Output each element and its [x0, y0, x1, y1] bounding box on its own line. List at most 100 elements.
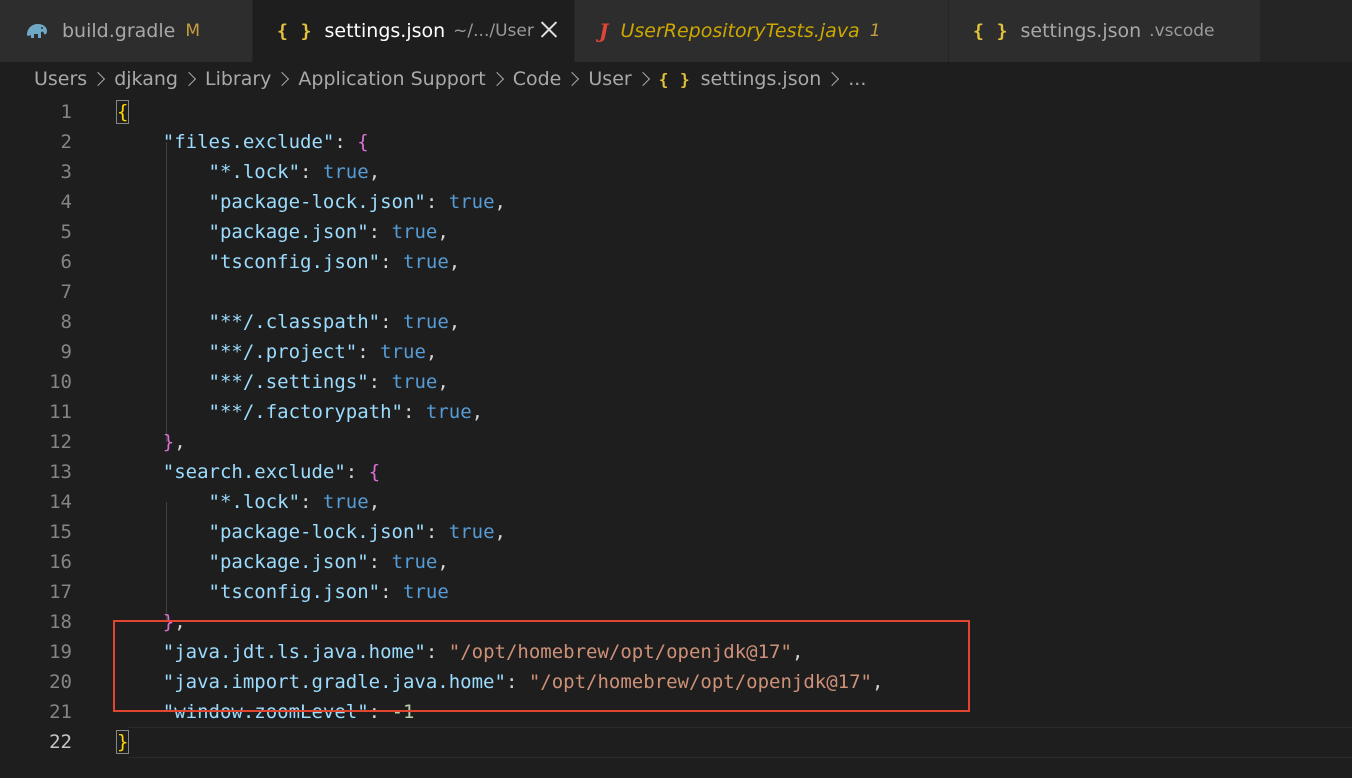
- code-token: ,: [494, 191, 506, 213]
- chevron-right-icon: [825, 71, 840, 87]
- line-number: 18: [49, 611, 72, 633]
- breadcrumb-item[interactable]: Users: [34, 68, 87, 90]
- code-token: true: [391, 221, 438, 243]
- code-token: ,: [448, 251, 461, 273]
- breadcrumb-item[interactable]: Application Support: [298, 68, 485, 90]
- tab-description: ~/.../User: [453, 21, 534, 41]
- json-braces-icon: { }: [277, 20, 313, 42]
- code-token: true: [403, 581, 449, 603]
- line-number: 20: [49, 671, 72, 693]
- code-line[interactable]: 15 "package-lock.json": true,: [0, 517, 1352, 547]
- code-line[interactable]: 7: [0, 277, 1352, 307]
- code-line[interactable]: 22}: [0, 727, 1352, 758]
- code-line[interactable]: 5 "package.json": true,: [0, 217, 1352, 247]
- line-number: 1: [60, 101, 72, 123]
- breadcrumb: Users djkang Library Application Support…: [34, 64, 866, 94]
- code-line[interactable]: 4 "package-lock.json": true,: [0, 187, 1352, 217]
- code-line[interactable]: 16 "package.json": true,: [0, 547, 1352, 577]
- breadcrumb-item[interactable]: User: [588, 68, 631, 90]
- code-token: {: [115, 100, 130, 124]
- code-token: ,: [437, 551, 449, 573]
- code-token: true: [403, 311, 449, 333]
- code-token: ,: [437, 221, 449, 243]
- code-text: "**/.classpath": true,: [117, 311, 461, 333]
- line-number: 3: [60, 161, 72, 183]
- code-token: "**/.factorypath": [208, 401, 403, 423]
- code-text: "**/.project": true,: [117, 341, 438, 363]
- code-token: true: [322, 491, 369, 513]
- code-text: "package-lock.json": true,: [117, 191, 506, 213]
- code-token: "tsconfig.json": [208, 251, 381, 273]
- modified-badge: M: [185, 21, 200, 41]
- code-line[interactable]: 11 "**/.factorypath": true,: [0, 397, 1352, 427]
- code-token: {: [368, 461, 381, 483]
- breadcrumb-item-more[interactable]: ...: [848, 68, 866, 90]
- code-token: ,: [494, 521, 506, 543]
- code-text: "**/.factorypath": true,: [117, 401, 484, 423]
- code-text: {: [115, 100, 130, 124]
- code-text: "tsconfig.json": true: [117, 581, 449, 603]
- code-token: :: [345, 461, 369, 483]
- code-token: :: [380, 581, 403, 603]
- code-token: "**/.project": [208, 341, 358, 363]
- code-token: "tsconfig.json": [208, 581, 381, 603]
- code-text: "package-lock.json": true,: [117, 521, 506, 543]
- line-number: 9: [60, 341, 72, 363]
- tab-label: settings.json: [324, 20, 446, 42]
- close-icon[interactable]: [540, 20, 558, 38]
- breadcrumb-item[interactable]: Code: [513, 68, 562, 90]
- tab-settings-json-user[interactable]: { } settings.json ~/.../User: [253, 0, 575, 62]
- line-number: 8: [60, 311, 72, 333]
- code-line[interactable]: 8 "**/.classpath": true,: [0, 307, 1352, 337]
- code-token: :: [368, 371, 392, 393]
- code-line[interactable]: 13 "search.exclude": {: [0, 457, 1352, 487]
- code-token: :: [368, 221, 392, 243]
- line-number: 11: [49, 401, 72, 423]
- code-token: "package.json": [208, 221, 369, 243]
- code-token: "**/.classpath": [208, 311, 381, 333]
- json-braces-icon: { }: [973, 20, 1009, 42]
- tab-settings-json-vscode[interactable]: { } settings.json .vscode: [949, 0, 1261, 62]
- code-line[interactable]: 17 "tsconfig.json": true: [0, 577, 1352, 607]
- code-line[interactable]: 1{: [0, 97, 1352, 127]
- line-number: 4: [60, 191, 72, 213]
- code-line[interactable]: 10 "**/.settings": true,: [0, 367, 1352, 397]
- line-number: 19: [49, 641, 72, 663]
- code-token: :: [300, 161, 323, 183]
- tab-description: .vscode: [1149, 21, 1215, 41]
- line-number: 5: [60, 221, 72, 243]
- editor-tab-bar: build.gradle M { } settings.json ~/.../U…: [0, 0, 1352, 62]
- line-number: 14: [49, 491, 72, 513]
- code-token: }: [115, 730, 130, 754]
- code-line[interactable]: 12 },: [0, 427, 1352, 457]
- code-text: "**/.settings": true,: [117, 371, 449, 393]
- code-line[interactable]: 2 "files.exclude": {: [0, 127, 1352, 157]
- code-line[interactable]: 9 "**/.project": true,: [0, 337, 1352, 367]
- chevron-right-icon: [181, 71, 197, 87]
- code-token: :: [425, 521, 449, 543]
- chevron-right-icon: [565, 71, 580, 87]
- line-number: 22: [49, 731, 72, 753]
- code-token: ,: [368, 161, 381, 183]
- line-number: 7: [60, 281, 72, 303]
- tab-build-gradle[interactable]: build.gradle M: [0, 0, 253, 62]
- code-text: "search.exclude": {: [117, 461, 380, 483]
- line-number: 17: [49, 581, 72, 603]
- tab-user-repository-tests[interactable]: J UserRepositoryTests.java 1: [575, 0, 949, 62]
- code-line[interactable]: 6 "tsconfig.json": true,: [0, 247, 1352, 277]
- breadcrumb-item[interactable]: Library: [205, 68, 271, 90]
- code-line[interactable]: 14 "*.lock": true,: [0, 487, 1352, 517]
- breadcrumb-item-file[interactable]: { } settings.json: [659, 68, 822, 90]
- breadcrumb-item[interactable]: djkang: [114, 68, 178, 90]
- code-token: :: [300, 491, 323, 513]
- code-token: "files.exclude": [162, 131, 335, 153]
- code-line[interactable]: 3 "*.lock": true,: [0, 157, 1352, 187]
